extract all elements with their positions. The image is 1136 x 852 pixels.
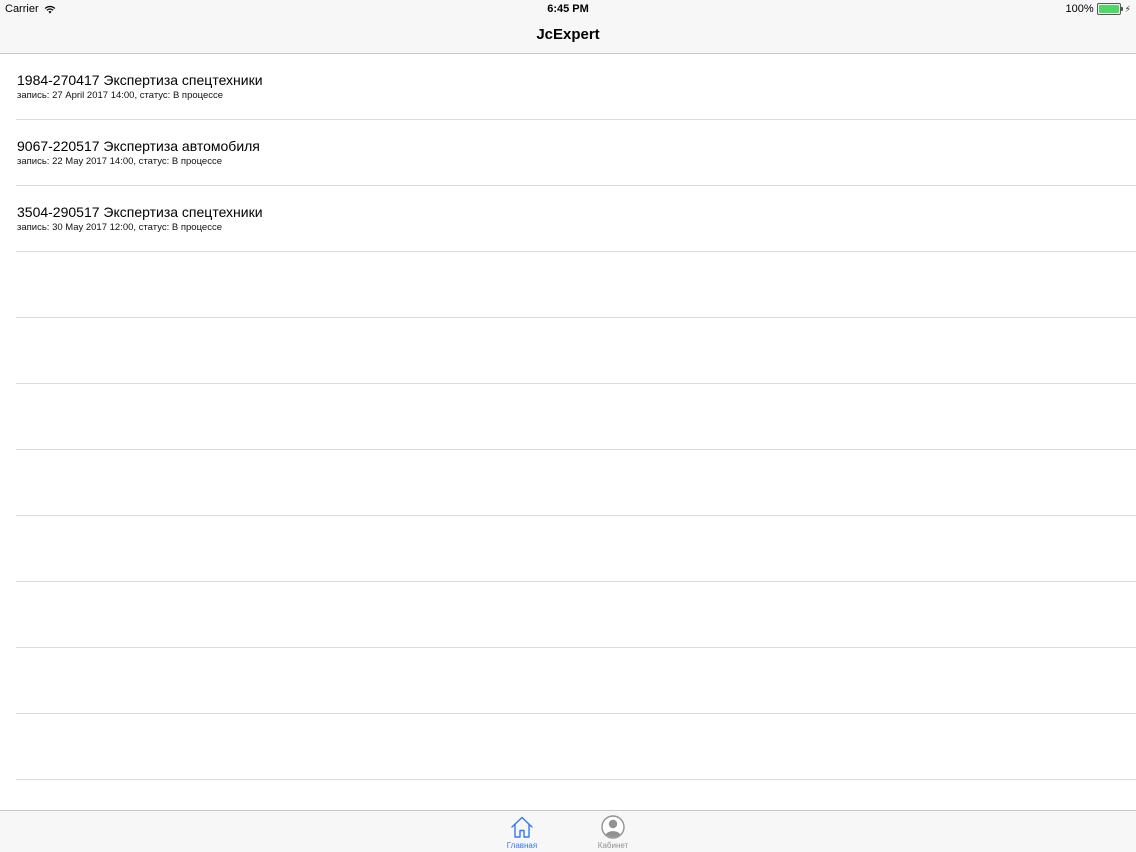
status-right: 100% ⚡ — [1066, 0, 1131, 18]
tab-home-label: Главная — [506, 841, 538, 850]
appointments-list[interactable]: 1984-270417 Экспертиза спецтехники запис… — [0, 54, 1136, 810]
list-item[interactable]: 3504-290517 Экспертиза спецтехники запис… — [0, 186, 1136, 252]
tab-cabinet[interactable]: Кабинет — [578, 811, 648, 852]
status-time: 6:45 PM — [547, 3, 589, 15]
empty-row — [0, 582, 1136, 648]
empty-row — [0, 252, 1136, 318]
home-icon — [511, 816, 533, 838]
list-item-subtitle: запись: 22 May 2017 14:00, статус: В про… — [17, 156, 222, 167]
tab-bar: Главная Кабинет — [0, 810, 1136, 852]
empty-row — [0, 516, 1136, 582]
empty-row — [0, 384, 1136, 450]
tab-home[interactable]: Главная — [487, 811, 557, 852]
list-item[interactable]: 1984-270417 Экспертиза спецтехники запис… — [0, 54, 1136, 120]
app-screen: Carrier 6:45 PM 100% ⚡ JcExpert 1984-270… — [0, 0, 1136, 852]
list-item[interactable]: 9067-220517 Экспертиза автомобиля запись… — [0, 120, 1136, 186]
battery-tip — [1120, 7, 1123, 11]
battery-icon — [1096, 3, 1123, 15]
empty-row — [0, 714, 1136, 780]
list-item-subtitle: запись: 27 April 2017 14:00, статус: В п… — [17, 90, 224, 101]
empty-row — [0, 648, 1136, 714]
battery-percent: 100% — [1065, 3, 1094, 15]
empty-row — [0, 450, 1136, 516]
tab-cabinet-label: Кабинет — [597, 841, 629, 850]
status-bar: Carrier 6:45 PM 100% ⚡ — [0, 0, 1136, 18]
list-item-title: 1984-270417 Экспертиза спецтехники — [17, 72, 263, 88]
page-title: JcExpert — [536, 26, 600, 43]
empty-row — [0, 318, 1136, 384]
user-icon — [601, 815, 625, 839]
charging-icon: ⚡ — [1124, 4, 1131, 14]
navigation-bar: JcExpert — [0, 18, 1136, 54]
list-item-title: 9067-220517 Экспертиза автомобиля — [17, 138, 260, 154]
battery-fill — [1098, 5, 1119, 13]
empty-row — [0, 780, 1136, 810]
list-item-title: 3504-290517 Экспертиза спецтехники — [17, 204, 263, 220]
list-item-subtitle: запись: 30 May 2017 12:00, статус: В про… — [17, 222, 222, 233]
